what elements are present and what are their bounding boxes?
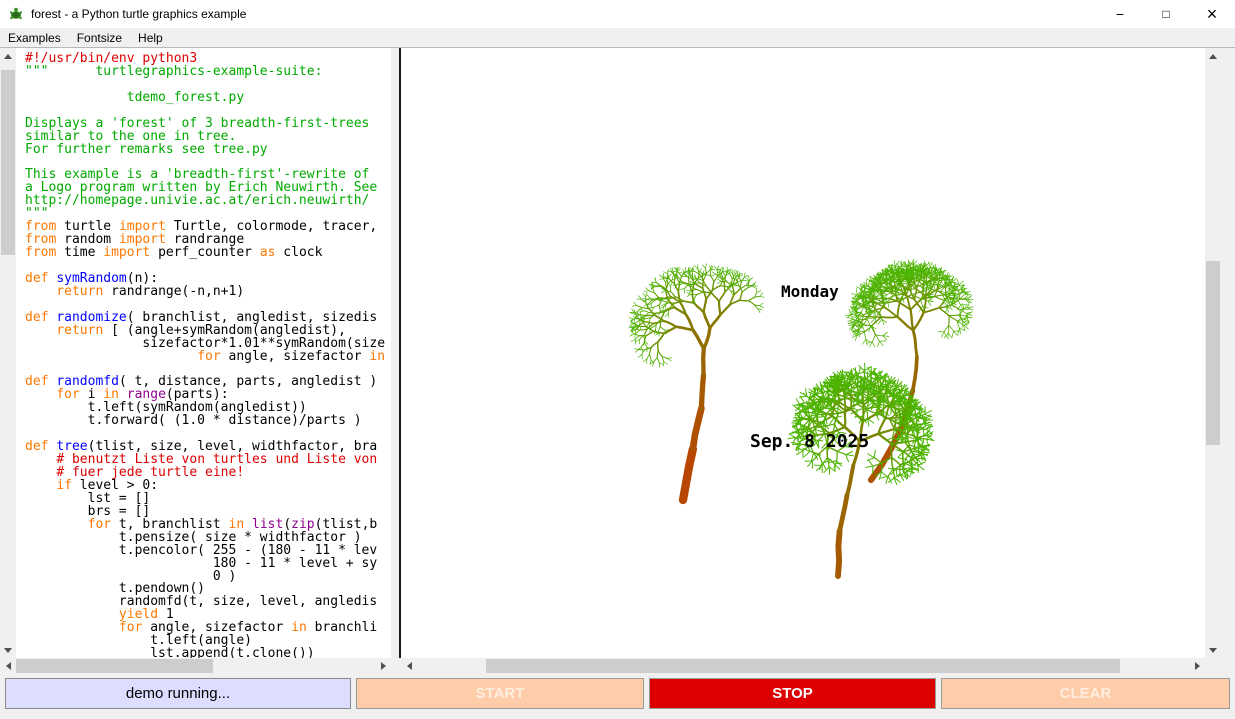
close-button[interactable]: × <box>1189 0 1235 28</box>
editor-vscroll-thumb[interactable] <box>1 70 15 255</box>
editor-hscroll-thumb[interactable] <box>16 659 213 673</box>
status-label: demo running... <box>5 678 351 709</box>
editor-vscrollbar[interactable] <box>0 48 16 658</box>
editor-scroll-left-button[interactable] <box>0 658 16 674</box>
code-line: http://homepage.univie.ac.at/erich.neuwi… <box>25 195 391 208</box>
tree <box>629 264 764 500</box>
code-line: from time import perf_counter as clock <box>25 247 391 260</box>
tree-branches-level-6 <box>676 312 720 330</box>
arrow-down-icon <box>1209 648 1217 657</box>
menu-help[interactable]: Help <box>130 29 171 47</box>
clear-button[interactable]: CLEAR <box>941 678 1230 709</box>
editor-scroll-right-button[interactable] <box>375 658 391 674</box>
tree-branches-level-8 <box>703 349 704 376</box>
tree-branches-level-5 <box>898 310 924 331</box>
editor-scroll-up-button[interactable] <box>0 48 16 64</box>
turtle-canvas: Monday Sep. 8 2025 <box>401 48 1205 658</box>
arrow-up-icon <box>4 50 12 59</box>
menu-bar: Examples Fontsize Help <box>0 28 1235 48</box>
arrow-right-icon <box>1195 662 1204 670</box>
canvas-frame: Monday Sep. 8 2025 <box>401 48 1205 658</box>
arrow-right-icon <box>381 662 390 670</box>
menu-fontsize[interactable]: Fontsize <box>69 29 130 47</box>
canvas-scroll-left-button[interactable] <box>401 658 417 674</box>
code-line: return randrange(-n,n+1) <box>25 286 391 299</box>
tree-branches-level-6 <box>913 330 917 356</box>
arrow-down-icon <box>4 648 12 657</box>
canvas-vscroll-track[interactable] <box>1205 64 1221 642</box>
scrollbar-corner <box>391 658 401 674</box>
canvas-vscrollbar[interactable] <box>1205 48 1221 658</box>
arrow-up-icon <box>1209 50 1217 59</box>
tree-branches-level-10 <box>693 408 702 449</box>
window-controls: − □ × <box>1097 0 1235 28</box>
scrollbar-corner <box>1205 658 1235 674</box>
title-bar: forest - a Python turtle graphics exampl… <box>0 0 1235 28</box>
tree-branches-level-7 <box>847 465 853 495</box>
right-margin <box>1221 48 1235 658</box>
minimize-button[interactable]: − <box>1097 0 1143 28</box>
canvas-hscroll-thumb[interactable] <box>486 659 1119 673</box>
code-line: for angle, sizefactor in <box>25 351 391 364</box>
tree-branches-level-9 <box>701 375 703 408</box>
canvas-hscroll-track[interactable] <box>417 658 1189 674</box>
stop-button[interactable]: STOP <box>649 678 936 709</box>
canvas-vscroll-thumb[interactable] <box>1206 261 1220 446</box>
maximize-button[interactable]: □ <box>1143 0 1189 28</box>
menu-examples[interactable]: Examples <box>0 29 69 47</box>
hscroll-row <box>0 658 1235 674</box>
tree-branches-level-8 <box>840 495 848 531</box>
canvas-scroll-right-button[interactable] <box>1189 658 1205 674</box>
main-area: #!/usr/bin/env python3""" turtlegraphics… <box>0 48 1235 658</box>
canvas-hscrollbar[interactable] <box>401 658 1205 674</box>
canvas-scroll-up-button[interactable] <box>1205 48 1221 64</box>
canvas-label: Monday <box>781 282 839 301</box>
arrow-left-icon <box>2 662 11 670</box>
code-line: For further remarks see tree.py <box>25 144 391 157</box>
canvas-scroll-down-button[interactable] <box>1205 642 1221 658</box>
tree-branches-level-7 <box>913 357 917 391</box>
window-title: forest - a Python turtle graphics exampl… <box>31 7 246 21</box>
editor-scroll-down-button[interactable] <box>0 642 16 658</box>
tree-branches-level-7 <box>693 328 710 348</box>
code-editor[interactable]: #!/usr/bin/env python3""" turtlegraphics… <box>16 48 391 658</box>
tree-branches-level-9 <box>838 531 840 576</box>
turtle-app-icon <box>8 6 24 22</box>
code-line: tdemo_forest.py <box>25 92 391 105</box>
editor-hscrollbar[interactable] <box>0 658 391 674</box>
editor-hscroll-track[interactable] <box>16 658 375 674</box>
canvas-label: Sep. 8 2025 <box>750 431 869 452</box>
start-button[interactable]: START <box>356 678 644 709</box>
turtledemo-window: forest - a Python turtle graphics exampl… <box>0 0 1235 719</box>
tree-branches-level-11 <box>683 449 693 500</box>
code-line: t.forward( (1.0 * distance)/parts ) <box>25 415 391 428</box>
editor-vscroll-track[interactable] <box>0 64 16 642</box>
code-line: """ turtlegraphics-example-suite: <box>25 66 391 79</box>
bottom-bar: demo running... START STOP CLEAR <box>0 674 1235 719</box>
code-line: lst.append(t.clone()) <box>25 648 391 658</box>
panel-divider <box>391 48 401 658</box>
arrow-left-icon <box>403 662 412 670</box>
